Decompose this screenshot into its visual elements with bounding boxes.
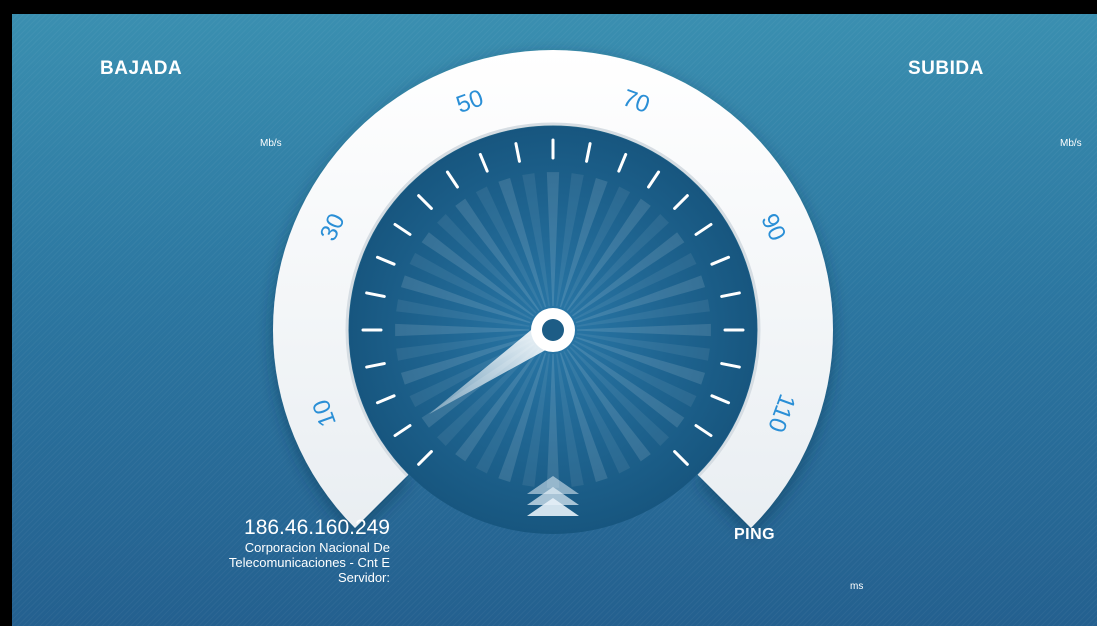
ping-title: PING: [734, 526, 776, 543]
server-isp-line-2: Telecomunicaciones - Cnt E: [228, 555, 390, 570]
speedtest-app: BAJADA Mb/s SUBIDA Mb/s 10 30 50 70 90 1…: [0, 0, 1097, 626]
server-info: 186.46.160.249 Corporacion Nacional De T…: [132, 516, 390, 585]
server-ip: 186.46.160.249: [244, 516, 390, 539]
ping-unit: ms: [850, 581, 864, 592]
gauge-hub-center: [542, 319, 564, 341]
server-label: Servidor:: [337, 570, 390, 585]
speedtest-panel: BAJADA Mb/s SUBIDA Mb/s 10 30 50 70 90 1…: [12, 14, 1097, 626]
server-isp-line-1: Corporacion Nacional De: [244, 540, 390, 555]
